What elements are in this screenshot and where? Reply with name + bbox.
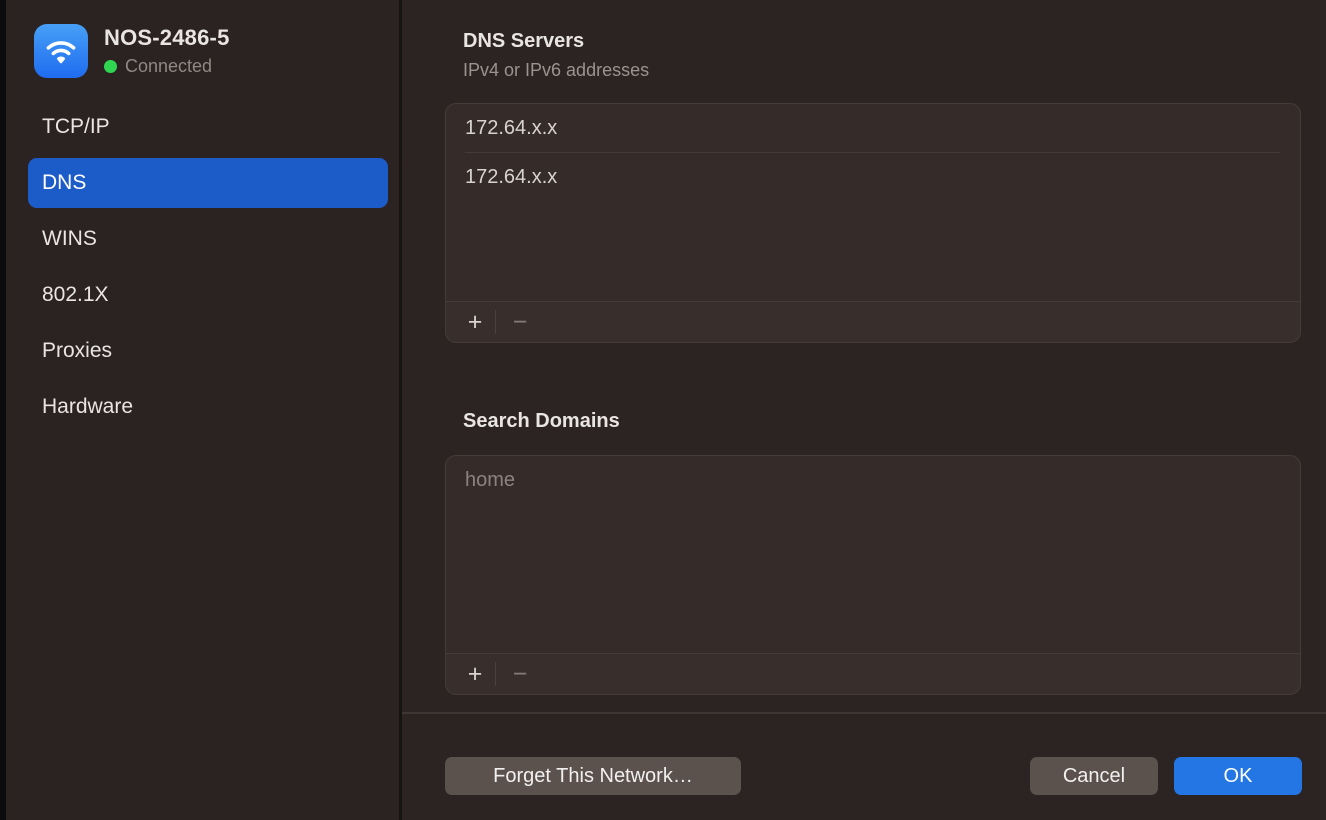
dns-servers-subtitle: IPv4 or IPv6 addresses [463,60,649,81]
dns-server-row[interactable]: 172.64.x.x [446,104,1300,152]
footer-separator [495,310,496,334]
actions-divider [402,712,1326,714]
minus-icon: − [513,662,528,687]
search-domain-add-button[interactable]: + [460,659,490,689]
dns-server-row[interactable]: 172.64.x.x [446,153,1300,201]
dns-servers-header: DNS Servers IPv4 or IPv6 addresses [463,30,649,81]
plus-icon: + [468,662,483,687]
main-pane: DNS Servers IPv4 or IPv6 addresses 172.6… [402,0,1326,820]
wifi-icon [34,24,88,78]
search-domains-footer: + − [446,653,1300,694]
minus-icon: − [513,310,528,335]
dns-servers-title: DNS Servers [463,30,649,53]
sidebar-item-tcpip[interactable]: TCP/IP [28,102,388,152]
search-domains-header: Search Domains [463,410,620,433]
search-domain-remove-button[interactable]: − [505,659,535,689]
search-domains-rows: home [446,456,1300,653]
network-status: Connected [104,56,230,77]
search-domain-row[interactable]: home [446,456,1300,504]
cancel-button[interactable]: Cancel [1030,757,1158,795]
forget-network-button[interactable]: Forget This Network… [445,757,741,795]
network-info: NOS-2486-5 Connected [104,25,230,77]
connected-status-label: Connected [125,56,212,77]
network-name: NOS-2486-5 [104,25,230,51]
connected-status-dot-icon [104,60,117,73]
sidebar-nav: TCP/IP DNS WINS 802.1X Proxies Hardware [28,102,388,438]
sidebar-item-8021x[interactable]: 802.1X [28,270,388,320]
network-header: NOS-2486-5 Connected [34,24,230,78]
dns-add-button[interactable]: + [460,307,490,337]
sidebar-item-dns[interactable]: DNS [28,158,388,208]
search-domains-title: Search Domains [463,410,620,433]
sidebar-item-hardware[interactable]: Hardware [28,382,388,432]
search-domains-listbox: home + − [445,455,1301,695]
dns-servers-rows: 172.64.x.x 172.64.x.x [446,104,1300,301]
dns-remove-button[interactable]: − [505,307,535,337]
sidebar-item-proxies[interactable]: Proxies [28,326,388,376]
dns-servers-listbox: 172.64.x.x 172.64.x.x + − [445,103,1301,343]
sidebar: NOS-2486-5 Connected TCP/IP DNS WINS 802… [6,0,399,820]
footer-separator [495,662,496,686]
dns-servers-footer: + − [446,301,1300,342]
plus-icon: + [468,310,483,335]
ok-button[interactable]: OK [1174,757,1302,795]
sidebar-item-wins[interactable]: WINS [28,214,388,264]
